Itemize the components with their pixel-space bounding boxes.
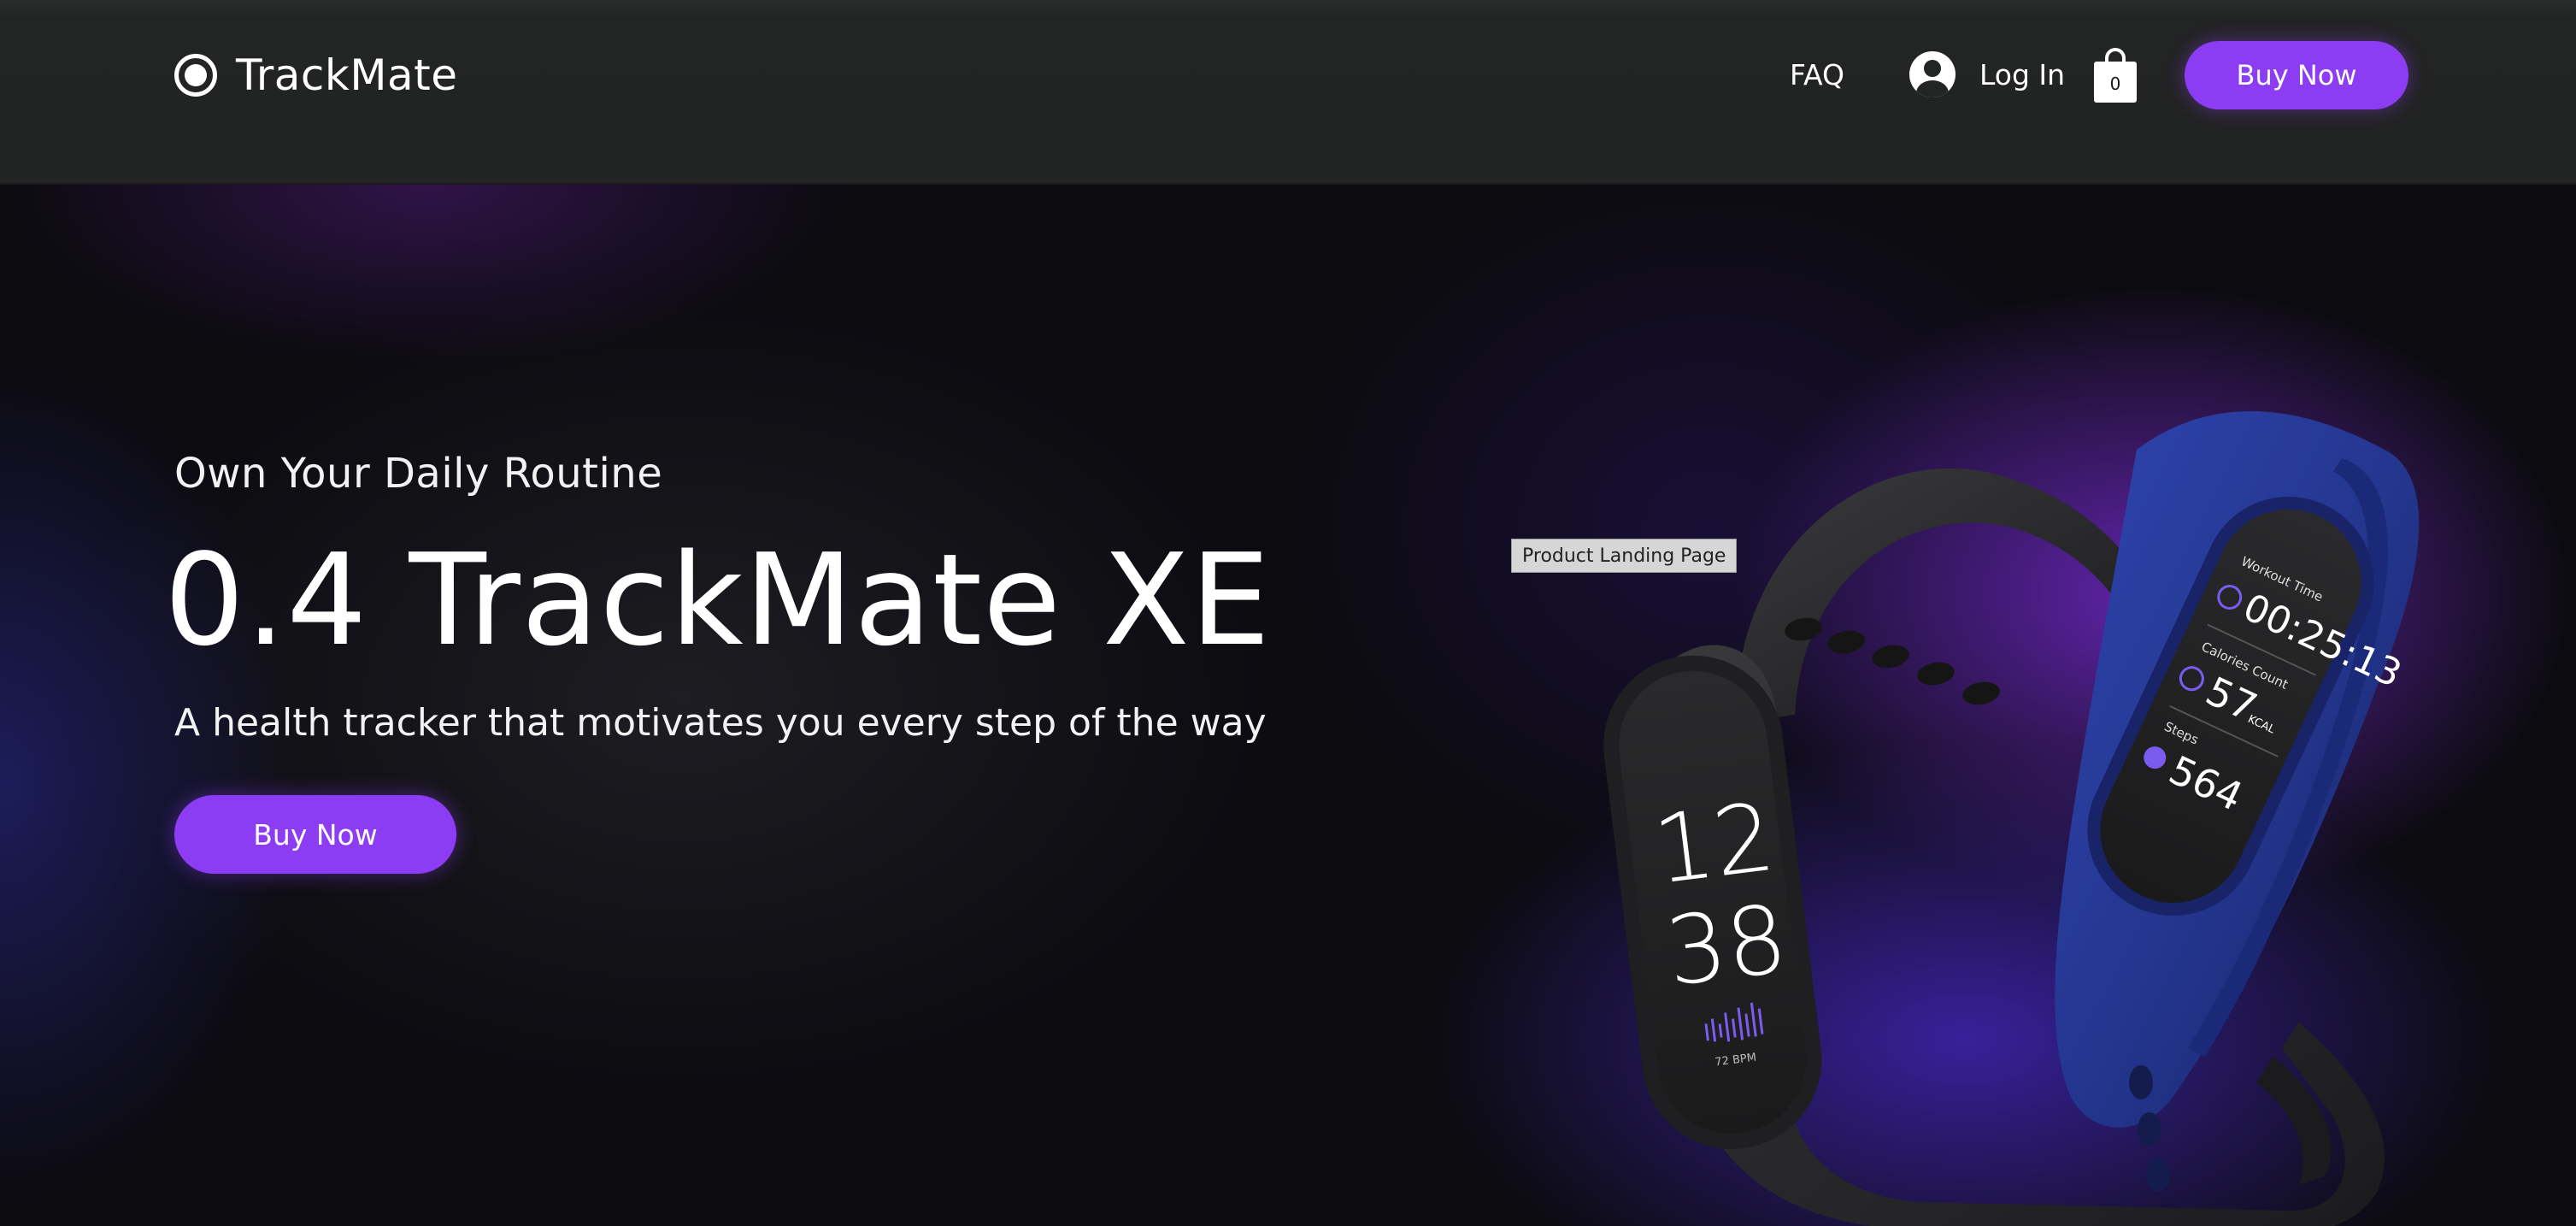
brand-name: TrackMate xyxy=(236,50,458,100)
page-title-tooltip: Product Landing Page xyxy=(1511,539,1738,573)
cart-bag: 0 xyxy=(2094,62,2137,103)
logo-ring-icon xyxy=(174,54,217,97)
site-header: TrackMate FAQ Log In 0 Buy Now xyxy=(0,0,2576,185)
hero-eyebrow: Own Your Daily Routine xyxy=(174,450,663,498)
clock-minute: 38 xyxy=(1661,884,1793,1007)
hero-section: Own Your Daily Routine 0.4 TrackMate XE … xyxy=(0,185,2576,1226)
hero-title: 0.4 TrackMate XE xyxy=(164,527,1272,674)
hero-buy-now-button[interactable]: Buy Now xyxy=(174,795,456,874)
product-image: Workout Time 00:25:13 Calories Count 57 … xyxy=(1521,347,2427,1226)
login-button[interactable]: Log In xyxy=(1909,51,2065,97)
cart-button[interactable]: 0 xyxy=(2094,48,2137,103)
login-label: Log In xyxy=(1979,57,2066,91)
fitness-bands-illustration: Workout Time 00:25:13 Calories Count 57 … xyxy=(1603,411,2420,1226)
header-buy-now-button[interactable]: Buy Now xyxy=(2185,41,2408,109)
hero-subtitle: A health tracker that motivates you ever… xyxy=(174,701,1267,745)
black-band-pod: 12 38 72 BPM xyxy=(1603,655,1822,1150)
brand-logo[interactable]: TrackMate xyxy=(174,50,458,100)
nav-faq-link[interactable]: FAQ xyxy=(1790,58,1844,91)
cart-count-badge: 0 xyxy=(2109,74,2121,94)
user-avatar-icon xyxy=(1909,51,1956,97)
